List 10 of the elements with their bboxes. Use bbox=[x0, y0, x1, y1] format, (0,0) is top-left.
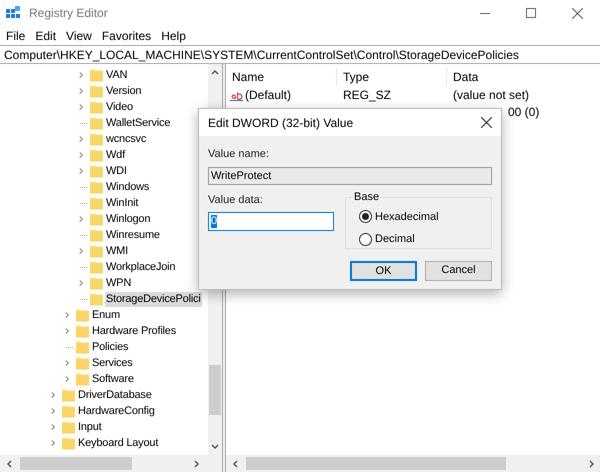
group-label: Base bbox=[353, 190, 380, 204]
field-label: Value data: bbox=[208, 192, 264, 208]
table-cell: 00 (0) bbox=[508, 104, 540, 118]
window-title: Registry Editor bbox=[29, 5, 108, 22]
table-cell: (value not set) bbox=[453, 88, 530, 102]
dialog-title: Edit DWORD (32-bit) Value bbox=[208, 114, 354, 132]
table-cell-text: (Default) bbox=[245, 86, 292, 104]
value-name-field: WriteProtect bbox=[208, 166, 492, 184]
field-label: Value name: bbox=[208, 147, 270, 162]
table-cell: REG_SZ bbox=[343, 88, 392, 102]
